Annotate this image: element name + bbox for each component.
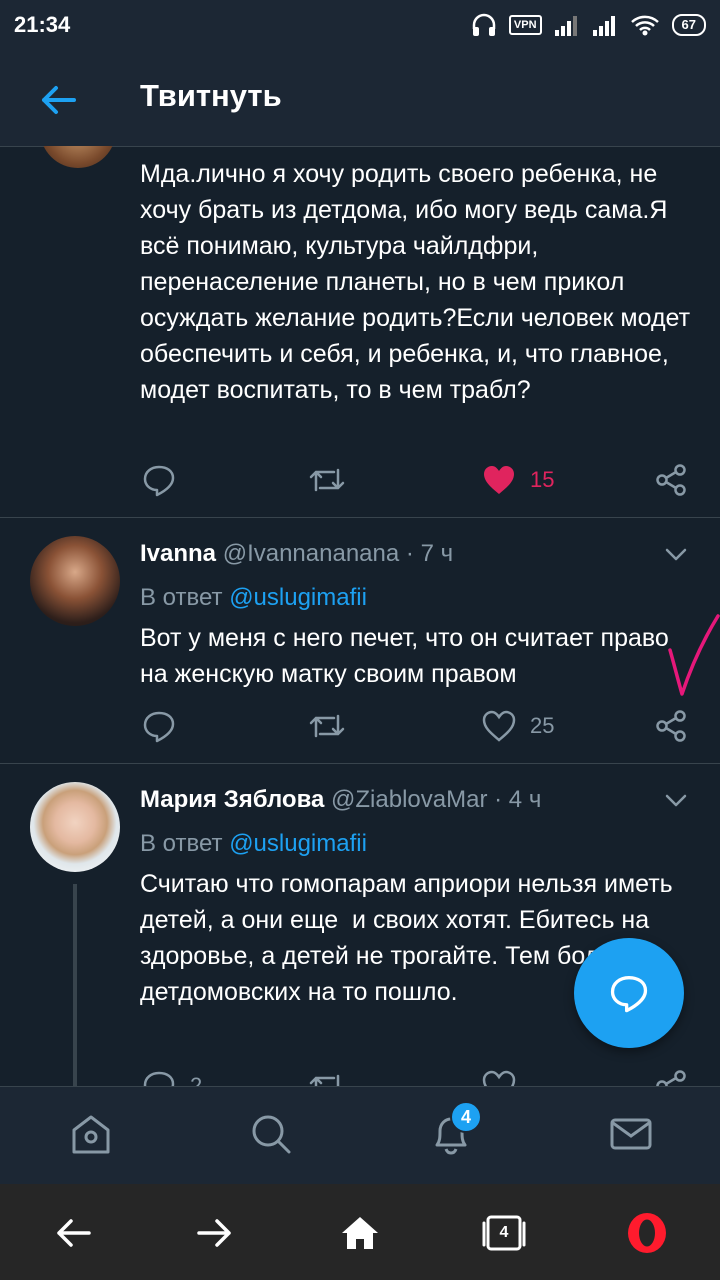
like-count: 15 — [530, 467, 555, 492]
compose-reply-button[interactable] — [574, 938, 684, 1048]
like-button[interactable]: 15 — [482, 458, 554, 502]
status-time: 21:34 — [14, 12, 71, 37]
signal-icon — [554, 16, 577, 36]
status-icons: VPN 67 — [471, 13, 706, 37]
separator-dot: · — [494, 786, 509, 813]
avatar[interactable] — [30, 536, 120, 626]
like-count: 25 — [530, 713, 555, 738]
reply-button[interactable] — [142, 704, 176, 748]
tweet-actions: 15 — [140, 458, 700, 502]
back-button[interactable] — [36, 78, 80, 122]
browser-tabs-button[interactable]: 4 — [479, 1208, 529, 1258]
opera-menu-button[interactable] — [622, 1208, 672, 1258]
thread-line — [73, 884, 77, 1086]
reply-button[interactable]: 2 — [142, 1064, 202, 1086]
heart-filled-icon — [484, 466, 514, 494]
tweet-time: 4 ч — [508, 786, 542, 813]
reply-icon — [610, 976, 648, 1013]
headphones-icon — [472, 13, 496, 36]
mention-link[interactable]: @uslugimafii — [229, 830, 367, 857]
share-button[interactable] — [654, 1064, 688, 1086]
heart-icon — [482, 710, 516, 742]
author-handle[interactable]: @ZiablovaMar — [331, 786, 487, 813]
vpn-indicator: VPN — [508, 15, 542, 35]
tweet-actions: 25 — [140, 704, 700, 748]
browser-back-button[interactable] — [48, 1208, 98, 1258]
like-button[interactable] — [482, 1064, 516, 1086]
tweet-text: Мда.лично я хочу родить своего ребенка, … — [140, 160, 698, 404]
retweet-icon — [309, 468, 345, 492]
status-bar: 21:34 VPN 67 — [0, 0, 720, 50]
like-button[interactable]: 25 — [482, 704, 554, 748]
arrow-left-icon — [57, 1219, 91, 1247]
tweet-text: Вот у меня с него печет, что он считает … — [140, 624, 676, 688]
reply-button[interactable] — [142, 458, 176, 502]
reply-count: 2 — [190, 1073, 203, 1086]
retweet-button[interactable] — [308, 704, 346, 748]
share-button[interactable] — [654, 704, 688, 748]
reply-context: В ответ @uslugimafii — [140, 584, 367, 612]
share-icon — [656, 1070, 686, 1086]
nav-messages[interactable] — [606, 1109, 656, 1159]
app-bar: Твитнуть — [0, 50, 720, 147]
chevron-down-icon[interactable] — [664, 542, 688, 566]
retweet-icon — [309, 1074, 340, 1086]
author-handle[interactable]: @Ivannananana — [223, 540, 400, 567]
tweet-actions: 2 — [140, 1064, 700, 1086]
notifications-badge: 4 — [450, 1101, 482, 1133]
reply-icon — [143, 465, 175, 497]
checkmark-annotation — [668, 614, 720, 696]
retweet-button[interactable] — [308, 458, 346, 502]
opera-logo-icon — [628, 1213, 666, 1253]
bottom-nav: 4 — [0, 1086, 720, 1185]
browser-toolbar: 4 — [0, 1184, 720, 1280]
mention-link[interactable]: @uslugimafii — [229, 584, 367, 611]
reply-icon — [143, 1071, 175, 1086]
retweet-button[interactable] — [308, 1064, 346, 1086]
tabs-count: 4 — [499, 1224, 509, 1241]
chevron-down-icon[interactable] — [664, 788, 688, 812]
signal-icon — [592, 16, 615, 36]
author-name[interactable]: Мария Зяблова — [140, 786, 324, 813]
reply-context: В ответ @uslugimafii — [140, 830, 367, 858]
home-icon — [342, 1217, 378, 1249]
author-name[interactable]: Ivanna — [140, 540, 216, 567]
divider — [0, 763, 720, 764]
nav-home[interactable] — [66, 1109, 116, 1159]
reply-prefix: В ответ — [140, 830, 223, 857]
share-icon — [656, 464, 686, 496]
tweet-time: 7 ч — [420, 540, 454, 567]
retweet-icon — [309, 714, 345, 738]
avatar[interactable] — [30, 782, 120, 872]
home-icon — [72, 1115, 110, 1154]
reply-icon — [143, 711, 175, 743]
browser-forward-button[interactable] — [190, 1208, 240, 1258]
mail-icon — [610, 1118, 652, 1150]
arrow-right-icon — [197, 1219, 231, 1247]
tweet-author-line: Мария Зяблова @ZiablovaMar · 4 ч — [140, 786, 541, 814]
arrow-left-icon — [42, 86, 76, 114]
wifi-icon — [630, 15, 659, 36]
divider — [0, 517, 720, 518]
battery-indicator: 67 — [671, 14, 706, 36]
browser-home-button[interactable] — [335, 1208, 385, 1258]
search-icon — [252, 1115, 291, 1154]
separator-dot: · — [405, 540, 421, 567]
share-button[interactable] — [654, 458, 688, 502]
avatar[interactable] — [40, 146, 116, 168]
heart-icon — [482, 1070, 516, 1086]
reply-prefix: В ответ — [140, 584, 223, 611]
tweet-author-line: Ivanna @Ivannananana · 7 ч — [140, 540, 453, 568]
nav-search[interactable] — [246, 1109, 296, 1159]
share-icon — [656, 710, 686, 742]
page-title: Твитнуть — [140, 78, 282, 113]
